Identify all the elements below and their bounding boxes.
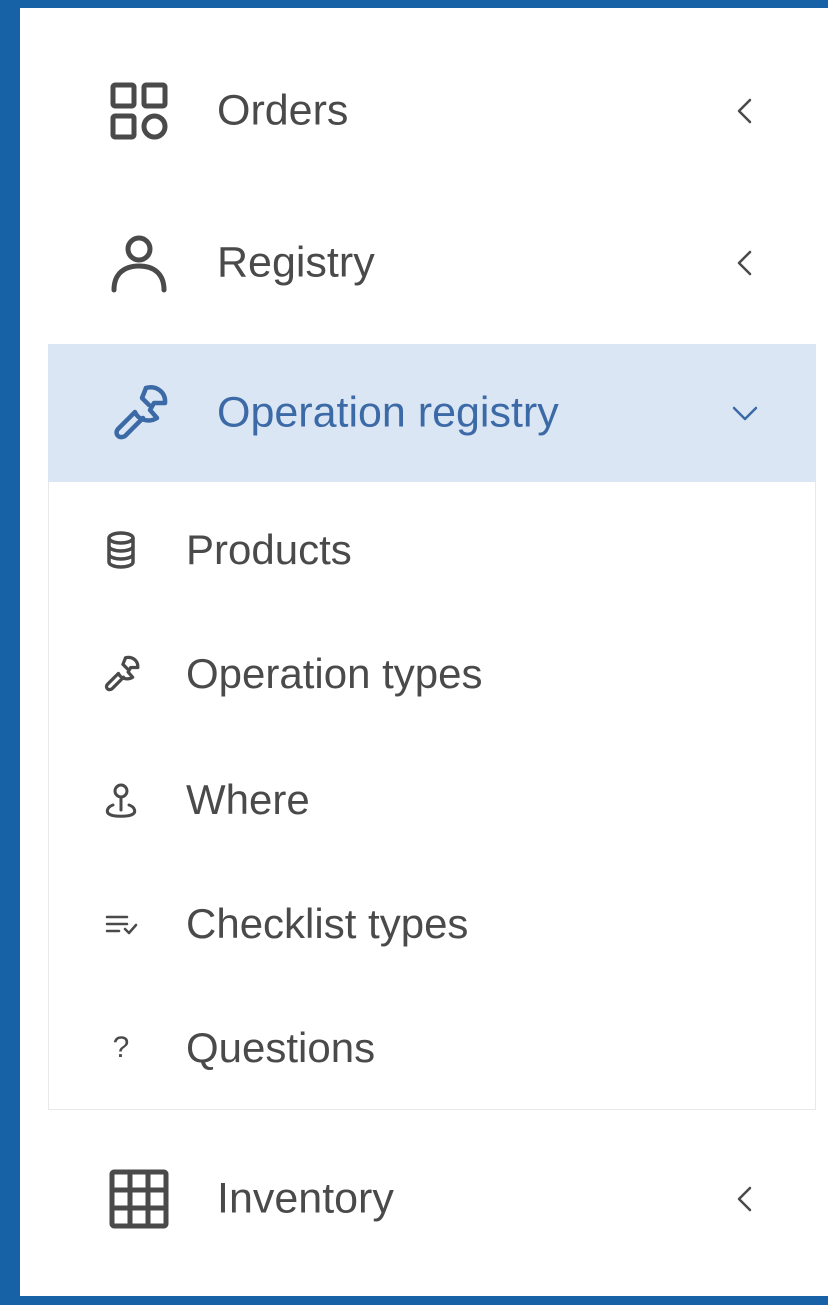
wrench-icon [108, 382, 170, 444]
menu-item-inventory[interactable]: Inventory [20, 1134, 828, 1264]
user-icon [108, 232, 170, 294]
chevron-left-icon [730, 248, 760, 278]
submenu-item-where[interactable]: Where [49, 738, 815, 862]
chevron-left-icon [730, 96, 760, 126]
wrench-icon [101, 654, 141, 694]
submenu-item-operation-types[interactable]: Operation types [49, 612, 815, 736]
submenu-item-label: Questions [186, 1024, 376, 1071]
submenu-operation-registry: Products Operation types Where Checklist… [48, 482, 816, 1110]
submenu-item-label: Checklist types [186, 900, 469, 947]
chevron-down-icon [730, 398, 760, 428]
sidebar-menu: Orders Registry Operation registry Produ… [20, 8, 828, 1296]
menu-item-label: Inventory [217, 1174, 394, 1223]
submenu-item-questions[interactable]: ? Questions [49, 986, 815, 1110]
menu-item-registry[interactable]: Registry [20, 198, 828, 328]
menu-item-operation-registry[interactable]: Operation registry [48, 344, 816, 482]
table-grid-icon [108, 1168, 170, 1230]
submenu-item-label: Operation types [186, 650, 483, 697]
chevron-left-icon [730, 1184, 760, 1214]
menu-item-label: Orders [217, 86, 349, 135]
location-pin-icon [101, 780, 141, 820]
submenu-item-label: Where [186, 776, 310, 823]
submenu-item-products[interactable]: Products [49, 488, 815, 612]
database-icon [101, 530, 141, 570]
menu-item-label: Operation registry [217, 388, 559, 437]
submenu-item-checklist-types[interactable]: Checklist types [49, 862, 815, 986]
checklist-icon [101, 904, 141, 944]
grid-apps-icon [108, 80, 170, 142]
submenu-item-label: Products [186, 526, 352, 573]
question-icon: ? [112, 1031, 130, 1064]
menu-item-orders[interactable]: Orders [20, 46, 828, 176]
menu-item-label: Registry [217, 238, 375, 287]
